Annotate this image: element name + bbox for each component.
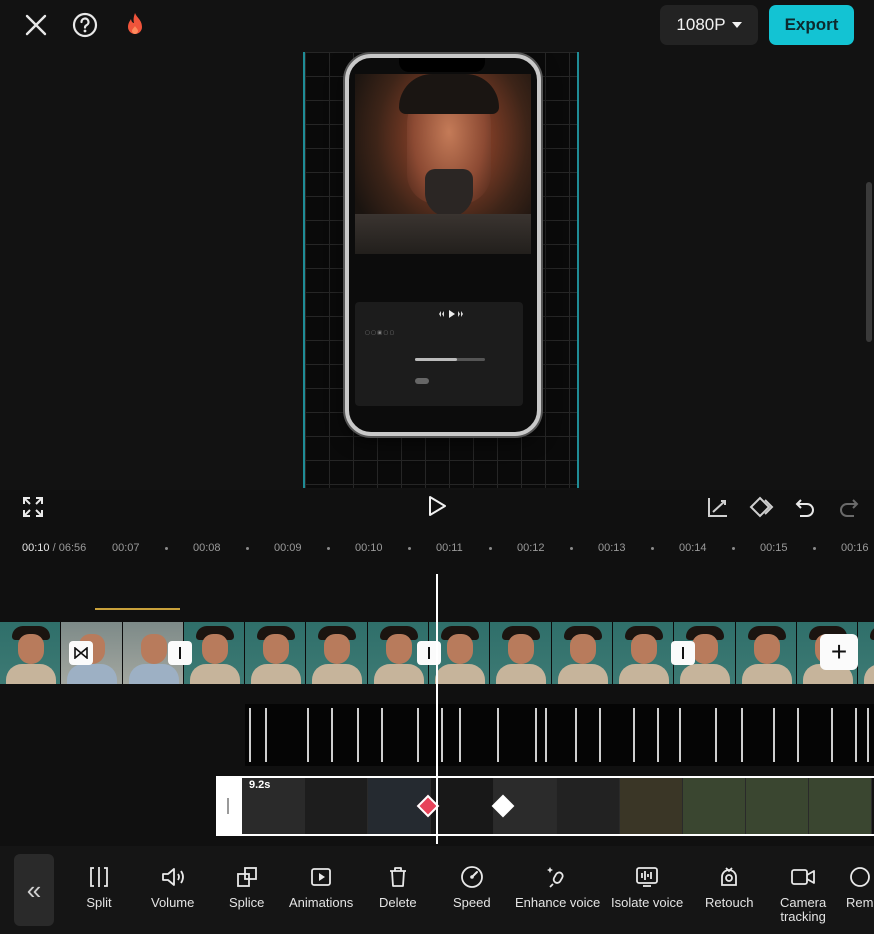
curve-graph-icon[interactable] bbox=[705, 494, 731, 520]
tool-label: Split bbox=[86, 895, 112, 910]
clip-thumbnail bbox=[431, 778, 494, 834]
clip-thumbnail bbox=[809, 778, 872, 834]
add-clip-button[interactable]: + bbox=[820, 634, 858, 670]
tick-label: 00:15 bbox=[760, 542, 788, 554]
tool-retouch[interactable]: Retouch bbox=[705, 864, 753, 910]
clip-thumbnail[interactable] bbox=[858, 622, 874, 684]
retouch-icon bbox=[716, 864, 742, 890]
resolution-label: 1080P bbox=[676, 15, 726, 34]
preview-scrollbar[interactable] bbox=[866, 182, 872, 342]
current-time: 00:10 bbox=[22, 542, 50, 554]
clip-thumbnail[interactable] bbox=[306, 622, 368, 684]
time-ruler[interactable]: 00:10 / 06:56 00:07 00:08 00:09 00:10 00… bbox=[0, 538, 874, 560]
tool-animations[interactable]: Animations bbox=[289, 864, 353, 910]
tool-camera-tracking[interactable]: Camera tracking bbox=[780, 864, 826, 924]
volume-icon bbox=[160, 864, 186, 890]
playhead[interactable] bbox=[436, 574, 438, 844]
clip-thumbnail bbox=[683, 778, 746, 834]
collapse-toolbar-button[interactable]: « bbox=[14, 854, 54, 926]
warrior-portrait-image bbox=[355, 74, 531, 254]
tick-label: 00:14 bbox=[679, 542, 707, 554]
tick-label: 00:07 bbox=[112, 542, 140, 554]
help-icon[interactable] bbox=[70, 10, 100, 40]
tick-label: 00:09 bbox=[274, 542, 302, 554]
splice-icon bbox=[234, 864, 260, 890]
tool-label: Retouch bbox=[705, 895, 754, 910]
tool-speed[interactable]: Speed bbox=[453, 864, 491, 910]
enhance-voice-icon bbox=[545, 864, 571, 890]
keyframe-icon[interactable] bbox=[749, 494, 775, 520]
caret-down-icon bbox=[731, 22, 742, 28]
transition-marker-icon[interactable] bbox=[168, 641, 192, 665]
mini-play-icon bbox=[439, 310, 463, 320]
tick-label: 00:08 bbox=[193, 542, 221, 554]
tool-remove[interactable]: Rem bbox=[846, 864, 873, 910]
tool-label: Speed bbox=[453, 895, 491, 910]
video-preview: ▢ ▢ ▣ ▢ ▢ bbox=[0, 52, 874, 490]
tool-label: Camera tracking bbox=[780, 895, 827, 924]
export-button[interactable]: Export bbox=[769, 5, 854, 45]
tool-splice[interactable]: Splice bbox=[229, 864, 264, 910]
audio-marker-line bbox=[95, 608, 180, 610]
time-readout: 00:10 / 06:56 bbox=[22, 542, 86, 554]
tool-volume[interactable]: Volume bbox=[151, 864, 194, 910]
clip-thumbnail[interactable] bbox=[551, 622, 613, 684]
tool-label: Splice bbox=[229, 895, 265, 910]
isolate-voice-icon bbox=[634, 864, 660, 890]
clip-thumbnail bbox=[620, 778, 683, 834]
remove-icon bbox=[846, 864, 872, 890]
preview-canvas[interactable]: ▢ ▢ ▣ ▢ ▢ bbox=[303, 52, 579, 488]
transition-marker-icon[interactable] bbox=[671, 641, 695, 665]
clip-thumbnail bbox=[305, 778, 368, 834]
clip-thumbnail bbox=[746, 778, 809, 834]
clip-trim-handle[interactable] bbox=[216, 776, 240, 836]
close-icon[interactable] bbox=[21, 10, 51, 40]
overlay-track[interactable] bbox=[245, 704, 874, 766]
tick-label: 00:11 bbox=[436, 542, 463, 554]
flame-icon[interactable] bbox=[120, 10, 150, 40]
fullscreen-icon[interactable] bbox=[20, 494, 46, 520]
phone-mockup-image: ▢ ▢ ▣ ▢ ▢ bbox=[345, 54, 541, 436]
tool-label: Enhance voice bbox=[515, 895, 601, 910]
clip-duration-label: 9.2s bbox=[249, 779, 271, 791]
trash-icon bbox=[385, 864, 411, 890]
clip-thumbnail[interactable] bbox=[183, 622, 246, 684]
undo-icon[interactable] bbox=[792, 494, 818, 520]
tool-delete[interactable]: Delete bbox=[379, 864, 417, 910]
clip-thumbnail[interactable] bbox=[0, 622, 62, 684]
clip-thumbnail[interactable] bbox=[490, 622, 552, 684]
tick-label: 00:12 bbox=[517, 542, 545, 554]
top-bar: 1080P Export bbox=[0, 0, 874, 52]
clip-thumbnail[interactable] bbox=[245, 622, 307, 684]
tick-label: 00:16 bbox=[841, 542, 869, 554]
bottom-toolbar: « Split Volume Splice Animations Delete … bbox=[0, 846, 874, 934]
tool-label: Rem bbox=[846, 895, 874, 910]
tool-label: Volume bbox=[151, 895, 195, 910]
selected-clip-track[interactable] bbox=[216, 776, 874, 836]
speed-icon bbox=[459, 864, 485, 890]
split-icon bbox=[86, 864, 112, 890]
transition-bowtie-icon[interactable] bbox=[69, 641, 93, 665]
camera-tracking-icon bbox=[790, 864, 816, 890]
resolution-dropdown[interactable]: 1080P bbox=[660, 5, 758, 45]
total-time: 06:56 bbox=[58, 542, 87, 554]
tool-label: Isolate voice bbox=[611, 895, 684, 910]
tick-label: 00:10 bbox=[355, 542, 383, 554]
tool-isolate-voice[interactable]: Isolate voice bbox=[611, 864, 683, 910]
clip-thumbnail[interactable] bbox=[612, 622, 675, 684]
clip-thumbnail bbox=[557, 778, 620, 834]
time-separator: / bbox=[52, 542, 56, 554]
tool-label: Delete bbox=[379, 895, 417, 910]
clip-thumbnail[interactable] bbox=[735, 622, 797, 684]
tick-label: 00:13 bbox=[598, 542, 626, 554]
phone-settings-panel: ▢ ▢ ▣ ▢ ▢ bbox=[355, 302, 523, 406]
play-icon[interactable] bbox=[424, 493, 450, 519]
animations-icon bbox=[308, 864, 334, 890]
tool-enhance-voice[interactable]: Enhance voice bbox=[515, 864, 600, 910]
tool-split[interactable]: Split bbox=[86, 864, 112, 910]
tool-label: Animations bbox=[289, 895, 354, 910]
redo-icon[interactable] bbox=[836, 494, 862, 520]
